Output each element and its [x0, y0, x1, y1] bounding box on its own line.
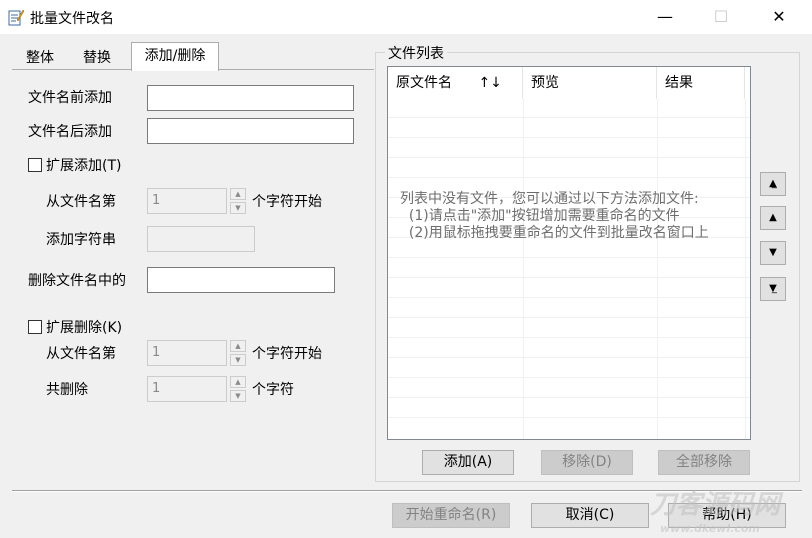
grid-row-line [388, 117, 750, 118]
column-original-name-label: 原文件名 [396, 75, 452, 91]
minimize-icon: — [657, 7, 673, 26]
watermark-url: www.dkewl.com [660, 522, 760, 535]
maximize-icon: ☐ [713, 7, 729, 26]
grid-row-line [388, 277, 750, 278]
delete-count-label: 共删除 [46, 382, 88, 398]
delete-from-pos-spinner: ▲ ▼ [230, 340, 246, 366]
tab-add-delete-label: 添加/删除 [144, 48, 206, 64]
spin-down-icon: ▼ [230, 202, 246, 214]
add-from-pos-suffix: 个字符开始 [252, 194, 322, 210]
delete-count-input: 1 [147, 376, 227, 402]
delete-count-suffix: 个字符 [252, 382, 294, 398]
grid-row-line [388, 337, 750, 338]
suffix-input[interactable] [147, 118, 354, 144]
add-from-pos-input: 1 [147, 188, 227, 214]
tab-overall[interactable]: 整体 [14, 44, 66, 72]
grid-row-line [388, 317, 750, 318]
list-header: 原文件名 ↑↓ 预览 结果 [388, 67, 748, 99]
move-top-button[interactable]: ▲̲ [760, 172, 786, 196]
delete-from-pos-suffix: 个字符开始 [252, 346, 322, 362]
spin-down-icon: ▼ [230, 390, 246, 402]
tab-add-delete[interactable]: 添加/删除 [131, 42, 219, 71]
add-from-pos-spinner: ▲ ▼ [230, 188, 246, 214]
move-bottom-icon: ▼̲ [769, 283, 777, 294]
column-preview-label: 预览 [531, 75, 559, 91]
cancel-button[interactable]: 取消(C) [531, 503, 649, 528]
close-button[interactable]: ✕ [756, 0, 802, 34]
spin-up-icon: ▲ [230, 188, 246, 200]
watermark-logo: 刀客源码网 [650, 490, 781, 520]
ext-add-label: 扩展添加(T) [46, 158, 122, 174]
grid-col-line [657, 99, 658, 439]
grid-row-line [388, 137, 750, 138]
spin-up-icon: ▲ [230, 376, 246, 388]
remove-all-button[interactable]: 全部移除 [658, 450, 750, 475]
add-file-button[interactable]: 添加(A) [422, 450, 514, 475]
close-icon: ✕ [772, 7, 786, 26]
ext-delete-checkbox[interactable] [28, 320, 42, 334]
delete-count-spinner: ▲ ▼ [230, 376, 246, 402]
column-result[interactable]: 结果 [657, 67, 745, 99]
empty-list-hint: 列表中没有文件，您可以通过以下方法添加文件: (1)请点击"添加"按钮增加需要重… [400, 191, 709, 241]
move-down-button[interactable]: ▼ [760, 241, 786, 265]
move-top-icon: ▲̲ [769, 178, 777, 189]
sort-icon[interactable]: ↑↓ [478, 75, 501, 91]
remove-file-button[interactable]: 移除(D) [541, 450, 633, 475]
rename-app-icon [8, 9, 24, 26]
delete-label: 删除文件名中的 [28, 273, 126, 289]
column-original-name[interactable]: 原文件名 ↑↓ [388, 67, 523, 99]
column-preview[interactable]: 预览 [523, 67, 657, 99]
add-from-pos-label: 从文件名第 [46, 194, 116, 210]
grid-row-line [388, 377, 750, 378]
spin-down-icon: ▼ [230, 354, 246, 366]
grid-col-line [523, 99, 524, 439]
delete-from-pos-input: 1 [147, 340, 227, 366]
ext-add-checkbox[interactable] [28, 158, 42, 172]
window-title: 批量文件改名 [30, 11, 114, 27]
spin-up-icon: ▲ [230, 340, 246, 352]
move-up-button[interactable]: ▲ [760, 206, 786, 230]
prefix-label: 文件名前添加 [28, 90, 112, 106]
grid-row-line [388, 417, 750, 418]
maximize-button: ☐ [698, 0, 744, 34]
prefix-input[interactable] [147, 85, 354, 111]
file-list-view[interactable]: 原文件名 ↑↓ 预览 结果 列表中没有文件，您可以通过以下方法添加文件: (1)… [387, 66, 751, 440]
tab-overall-label: 整体 [26, 50, 54, 66]
title-bar: 批量文件改名 — ☐ ✕ [0, 0, 812, 34]
grid-row-line [388, 157, 750, 158]
suffix-label: 文件名后添加 [28, 124, 112, 140]
delete-input[interactable] [147, 267, 335, 293]
add-string-input [147, 226, 255, 252]
file-list-group-label: 文件列表 [385, 43, 447, 63]
grid-row-line [388, 357, 750, 358]
move-up-icon: ▲ [769, 212, 777, 223]
move-down-icon: ▼ [769, 247, 777, 258]
grid-row-line [388, 177, 750, 178]
column-result-label: 结果 [665, 75, 693, 91]
move-bottom-button[interactable]: ▼̲ [760, 277, 786, 301]
grid-col-line [745, 99, 746, 439]
grid-row-line [388, 297, 750, 298]
grid-row-line [388, 257, 750, 258]
tab-replace[interactable]: 替换 [70, 44, 124, 72]
start-rename-button[interactable]: 开始重命名(R) [392, 503, 510, 528]
add-string-label: 添加字符串 [46, 232, 116, 248]
tab-replace-label: 替换 [83, 50, 111, 66]
minimize-button[interactable]: — [642, 0, 688, 34]
grid-row-line [388, 397, 750, 398]
delete-from-pos-label: 从文件名第 [46, 346, 116, 362]
ext-delete-label: 扩展删除(K) [46, 320, 123, 336]
